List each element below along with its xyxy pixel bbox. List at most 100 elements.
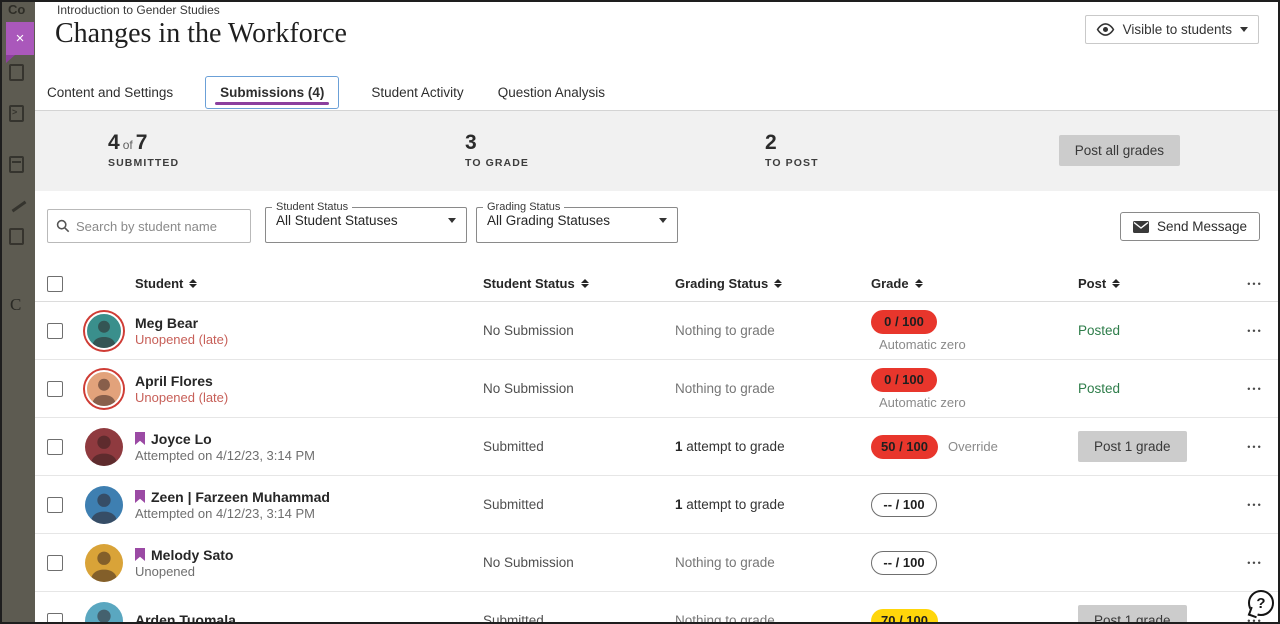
posted-status[interactable]: Posted <box>1078 323 1120 338</box>
code-panel-icon[interactable] <box>9 105 24 122</box>
row-checkbox[interactable] <box>47 381 63 397</box>
post-grade-button[interactable]: Post 1 grade <box>1078 605 1187 624</box>
submissions-table: Student Student Status Grading Status Gr… <box>35 266 1280 624</box>
submitted-total: 7 <box>136 131 148 154</box>
row-checkbox[interactable] <box>47 613 63 624</box>
tab[interactable]: Question Analysis <box>496 77 607 108</box>
student-name[interactable]: Melody Sato <box>151 547 233 563</box>
gradebook-icon[interactable] <box>9 156 24 173</box>
tab[interactable]: Student Activity <box>369 77 465 108</box>
row-menu-button[interactable]: ••• <box>1232 500 1278 510</box>
grading-status-value: All Grading Statuses <box>487 213 610 228</box>
grading-status-cell: Nothing to grade <box>675 381 871 396</box>
sort-arrows-icon <box>915 279 923 288</box>
breadcrumb[interactable]: Introduction to Gender Studies <box>57 3 220 17</box>
question-icon: ? <box>1256 595 1265 612</box>
close-panel-button[interactable]: × <box>6 22 34 55</box>
grade-cell: 50 / 100 Override <box>871 435 1078 459</box>
avatar[interactable] <box>85 544 123 582</box>
row-menu-button[interactable]: ••• <box>1232 558 1278 568</box>
avatar[interactable] <box>85 486 123 524</box>
table-row: Arden Tuomala Submitted Nothing to grade… <box>35 592 1280 624</box>
visibility-label: Visible to students <box>1123 22 1232 37</box>
post-grade-button[interactable]: Post 1 grade <box>1078 431 1187 462</box>
grade-cell: -- / 100 <box>871 493 1078 517</box>
filters-bar: Student Status All Student Statuses Grad… <box>35 191 1280 266</box>
book-icon[interactable] <box>9 228 24 245</box>
row-checkbox[interactable] <box>47 439 63 455</box>
search-input[interactable] <box>76 219 242 234</box>
row-menu-button[interactable]: ••• <box>1232 326 1278 336</box>
grade-pill[interactable]: 70 / 100 <box>871 609 938 624</box>
column-header-grading-status[interactable]: Grading Status <box>675 276 871 291</box>
to-post-label: TO POST <box>765 157 819 169</box>
x-icon: × <box>16 30 25 47</box>
post-cell: Post 1 grade <box>1078 605 1232 624</box>
student-name[interactable]: Meg Bear <box>135 315 198 331</box>
avatar[interactable] <box>85 370 123 408</box>
row-menu-button[interactable]: ••• <box>1232 384 1278 394</box>
student-status-cell: No Submission <box>483 381 675 396</box>
student-name[interactable]: Arden Tuomala <box>135 612 236 624</box>
bookmark-icon <box>135 490 145 503</box>
help-button[interactable]: ? <box>1248 590 1274 616</box>
column-header-post[interactable]: Post <box>1078 276 1232 291</box>
submitted-label: SUBMITTED <box>108 157 179 169</box>
student-status-select[interactable]: Student Status All Student Statuses <box>265 201 467 243</box>
avatar[interactable] <box>85 602 123 624</box>
grading-status-cell: 1 attempt to grade <box>675 497 871 512</box>
row-checkbox[interactable] <box>47 555 63 571</box>
avatar[interactable] <box>85 312 123 350</box>
collapsed-sidebar: Co C <box>0 0 35 624</box>
grading-status-cell: 1 attempt to grade <box>675 439 871 454</box>
grade-note: Automatic zero <box>879 395 966 410</box>
to-grade-label: TO GRADE <box>465 157 529 169</box>
grade-pill[interactable]: 0 / 100 <box>871 310 937 334</box>
table-header-row: Student Student Status Grading Status Gr… <box>35 266 1280 302</box>
post-cell: Posted <box>1078 380 1232 398</box>
send-message-button[interactable]: Send Message <box>1120 212 1260 241</box>
table-menu-button[interactable]: ••• <box>1232 279 1278 289</box>
sidebar-top-label: Co <box>8 2 25 17</box>
posted-status[interactable]: Posted <box>1078 381 1120 396</box>
grade-pill[interactable]: -- / 100 <box>871 493 937 517</box>
student-status-label: Student Status <box>272 201 352 213</box>
stat-submitted: 4of7 SUBMITTED <box>108 131 179 169</box>
grade-pill[interactable]: 0 / 100 <box>871 368 937 392</box>
avatar[interactable] <box>85 428 123 466</box>
student-name[interactable]: Zeen | Farzeen Muhammad <box>151 489 330 505</box>
eye-icon <box>1096 23 1115 36</box>
student-name[interactable]: Joyce Lo <box>151 431 212 447</box>
column-header-grade[interactable]: Grade <box>871 276 1078 291</box>
row-menu-button[interactable]: ••• <box>1232 442 1278 452</box>
row-checkbox[interactable] <box>47 497 63 513</box>
tab[interactable]: Content and Settings <box>45 77 175 108</box>
post-all-grades-button[interactable]: Post all grades <box>1059 135 1180 166</box>
pencil-icon[interactable] <box>9 198 27 216</box>
main-panel: Introduction to Gender Studies Changes i… <box>35 0 1280 624</box>
table-row: Melody Sato Unopened No Submission Nothi… <box>35 534 1280 592</box>
student-search[interactable] <box>47 209 251 243</box>
visibility-dropdown-button[interactable]: Visible to students <box>1085 15 1259 44</box>
student-substatus: Attempted on 4/12/23, 3:14 PM <box>135 448 483 463</box>
select-all-checkbox[interactable] <box>47 276 63 292</box>
row-checkbox[interactable] <box>47 323 63 339</box>
grading-status-cell: Nothing to grade <box>675 323 871 338</box>
grade-note: Override <box>948 439 998 454</box>
student-name[interactable]: April Flores <box>135 373 213 389</box>
sort-arrows-icon <box>581 279 589 288</box>
grade-cell: 0 / 100 Automatic zero <box>871 310 1078 352</box>
column-header-student-status[interactable]: Student Status <box>483 276 675 291</box>
student-status-cell: Submitted <box>483 497 675 512</box>
sidebar-bottom-label: C <box>10 295 21 315</box>
caret-down-icon <box>448 218 456 223</box>
grade-cell: -- / 100 <box>871 551 1078 575</box>
tab[interactable]: Submissions (4) <box>205 76 339 109</box>
grade-pill[interactable]: 50 / 100 <box>871 435 938 459</box>
column-header-student[interactable]: Student <box>135 276 483 291</box>
student-substatus: Unopened (late) <box>135 332 483 347</box>
grading-status-select[interactable]: Grading Status All Grading Statuses <box>476 201 678 243</box>
grade-pill[interactable]: -- / 100 <box>871 551 937 575</box>
calendar-icon[interactable] <box>9 64 24 81</box>
grading-status-cell: Nothing to grade <box>675 613 871 624</box>
